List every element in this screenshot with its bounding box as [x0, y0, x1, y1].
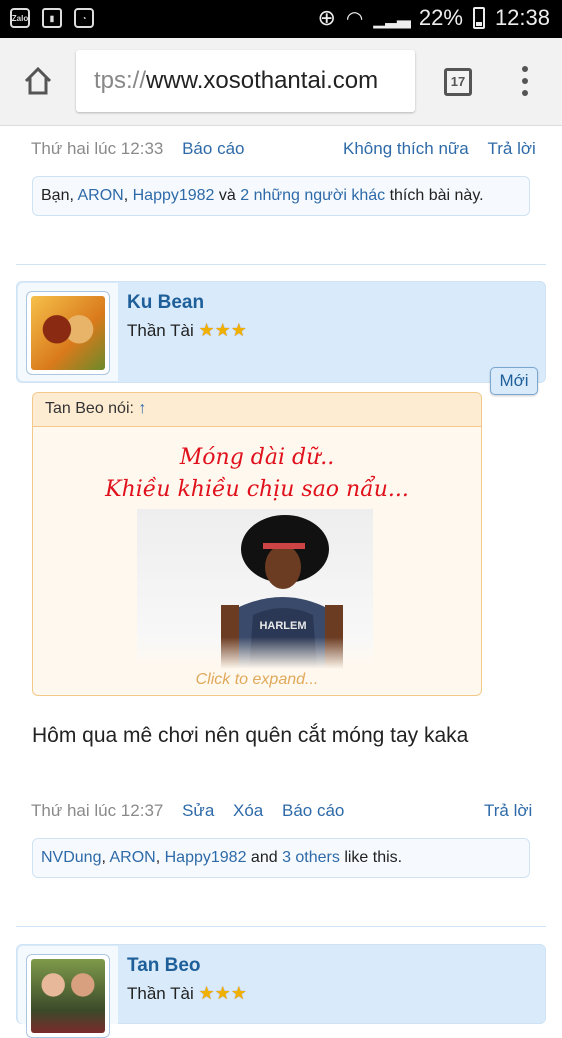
likes-text: ,	[155, 849, 165, 866]
jersey-text: HARLEM	[259, 620, 306, 632]
notification-icon: ▮	[42, 8, 62, 28]
liker-link[interactable]: Happy1982	[133, 187, 215, 204]
rank-stars-icon: ★★★	[198, 983, 247, 1003]
liker-link[interactable]: ARON	[110, 849, 156, 866]
report-link[interactable]: Báo cáo	[182, 139, 244, 158]
battery-percent: 22%	[418, 5, 463, 30]
new-badge: Mới	[490, 367, 538, 395]
unlike-link[interactable]: Không thích nữa	[343, 139, 469, 158]
post-time: Thứ hai lúc 12:33	[31, 139, 164, 158]
quote-header: Tan Beo nói: ↑	[33, 393, 481, 427]
likes-text: and	[246, 849, 283, 866]
report-link[interactable]: Báo cáo	[282, 801, 344, 820]
tab-switcher-button[interactable]: 17	[444, 68, 472, 96]
click-to-expand[interactable]: Click to expand...	[33, 671, 481, 689]
edit-link[interactable]: Sửa	[182, 801, 214, 820]
thread-content: Thứ hai lúc 12:33 Báo cáo Không thích nữ…	[0, 126, 562, 1038]
avatar-image	[31, 959, 105, 1033]
rank-stars-icon: ★★★	[198, 320, 247, 340]
likes-text: like this.	[339, 849, 403, 866]
reply-link[interactable]: Trả lời	[487, 139, 535, 158]
url-prefix: tps://	[94, 67, 147, 94]
quote-image[interactable]: HARLEM	[137, 509, 373, 669]
zalo-icon: Zalo	[10, 8, 30, 28]
url-bar[interactable]: tps://www.xosothantai.com	[76, 50, 415, 112]
user-info-block: Tan Beo Thần Tài ★★★	[16, 944, 546, 1038]
quote-block: Tan Beo nói: ↑ Móng dài dữ.. Khiều khiều…	[32, 392, 482, 696]
post-meta: Thứ hai lúc 12:33 Báo cáo	[31, 139, 244, 159]
screenshot-icon: ◔	[74, 8, 94, 28]
user-rank: Thần Tài	[127, 321, 194, 340]
avatar[interactable]	[26, 954, 110, 1038]
username-link[interactable]: Tan Beo	[127, 955, 201, 977]
post-actions: Trả lời	[484, 801, 532, 821]
go-to-quote-arrow-icon[interactable]: ↑	[138, 400, 146, 417]
likes-text: và	[214, 187, 241, 204]
avatar-container	[18, 946, 118, 1038]
quote-line: Móng dài dữ..	[179, 445, 335, 470]
overflow-menu-icon[interactable]	[520, 66, 530, 96]
user-rank: Thần Tài	[127, 984, 194, 1003]
post-body: Hôm qua mê chơi nên quên cắt móng tay ka…	[32, 724, 469, 747]
likes-summary: NVDung, ARON, Happy1982 and 3 others lik…	[32, 838, 530, 878]
divider	[16, 926, 546, 927]
post-meta: Thứ hai lúc 12:37 Sửa Xóa Báo cáo	[31, 801, 344, 821]
post-actions: Không thích nữa Trả lời	[343, 139, 536, 159]
quote-line: Khiều khiều chịu sao nẩu...	[105, 477, 409, 502]
likes-text: thích bài này.	[385, 187, 484, 204]
likes-summary: Bạn, ARON, Happy1982 và 2 những người kh…	[32, 176, 530, 216]
status-bar: Zalo ▮ ◔ ⊕ ◠ ▁▂▃ 22% 12:38	[0, 0, 562, 38]
basketball-player-image: HARLEM	[137, 515, 373, 669]
home-icon[interactable]	[22, 65, 54, 97]
likes-text: ,	[101, 849, 110, 866]
liker-link[interactable]: ARON	[77, 187, 123, 204]
battery-icon	[472, 7, 485, 29]
likes-text: ,	[123, 187, 133, 204]
username-link[interactable]: Ku Bean	[127, 292, 204, 314]
wifi-icon: ◠	[345, 7, 364, 30]
delete-link[interactable]: Xóa	[233, 801, 263, 820]
signal-icon: ▁▂▃	[373, 7, 411, 28]
user-title: Thần Tài ★★★	[127, 320, 247, 341]
avatar-container	[18, 283, 118, 381]
likes-text: Bạn,	[41, 187, 78, 204]
data-saver-icon: ⊕	[317, 5, 336, 30]
url-domain: www.xosothantai.com	[146, 67, 379, 94]
avatar[interactable]	[26, 291, 110, 375]
more-likers-link[interactable]: 3 others	[282, 849, 340, 866]
post-time: Thứ hai lúc 12:37	[31, 801, 164, 820]
browser-toolbar: tps://www.xosothantai.com 17	[0, 38, 562, 126]
reply-link[interactable]: Trả lời	[484, 801, 532, 820]
divider	[16, 264, 546, 265]
user-title: Thần Tài ★★★	[127, 983, 247, 1004]
clock: 12:38	[494, 5, 550, 30]
quote-author: Tan Beo nói:	[45, 400, 139, 417]
more-likers-link[interactable]: 2 những người khác	[240, 187, 385, 204]
user-info-block: Ku Bean Thần Tài ★★★	[16, 281, 546, 383]
avatar-image	[31, 296, 105, 370]
liker-link[interactable]: Happy1982	[165, 849, 247, 866]
liker-link[interactable]: NVDung	[41, 849, 101, 866]
